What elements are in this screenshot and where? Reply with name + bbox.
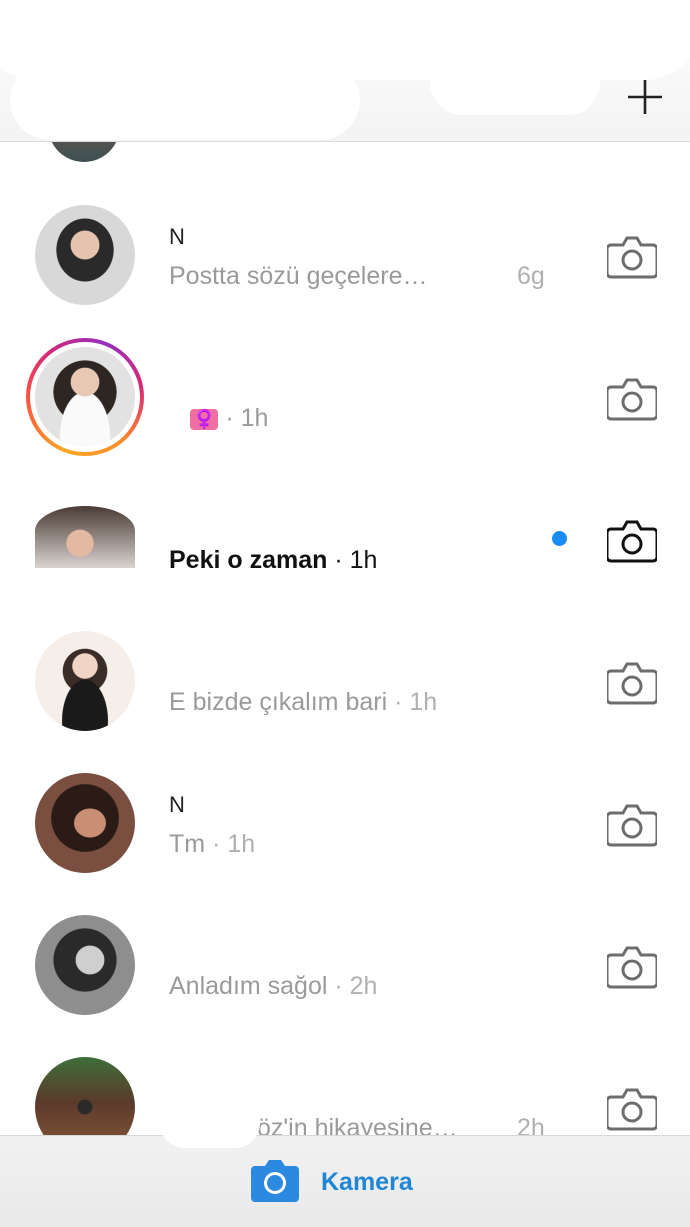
avatar[interactable]: [35, 506, 135, 568]
thread-name: N: [169, 224, 185, 248]
redacted-area: [430, 50, 600, 115]
thread-preview: Postta sözü geçelere…: [169, 262, 428, 290]
camera-icon[interactable]: [607, 801, 657, 847]
avatar[interactable]: [35, 773, 135, 873]
camera-icon[interactable]: [607, 659, 657, 705]
thread-preview: Peki o zaman · 1h: [169, 546, 378, 574]
thread-row[interactable]: Peki o zaman · 1h: [0, 468, 690, 610]
unread-dot: [552, 531, 567, 546]
camera-icon[interactable]: [607, 375, 657, 421]
thread-time: · 1h: [205, 830, 256, 858]
thread-row[interactable]: N Tm · 1h: [0, 752, 690, 894]
thread-time: · 1h: [327, 546, 378, 574]
inbox-header: [0, 0, 690, 142]
avatar[interactable]: [35, 347, 135, 447]
thread-time: · 1h: [387, 688, 438, 716]
camera-icon[interactable]: [607, 517, 657, 563]
camera-icon[interactable]: [607, 1085, 657, 1131]
thread-row[interactable]: E bizde çıkalım bari · 1h: [0, 610, 690, 752]
camera-icon[interactable]: [607, 943, 657, 989]
thread-preview: Anladım sağol · 2h: [169, 972, 378, 1000]
thread-name: N: [169, 792, 185, 816]
avatar[interactable]: [35, 205, 135, 305]
thread-row[interactable]: N Postta sözü geçelere… 6g: [0, 184, 690, 326]
bottom-camera-bar[interactable]: Kamera: [0, 1135, 690, 1227]
avatar[interactable]: [35, 631, 135, 731]
thread-time: · 1h: [225, 404, 269, 432]
thread-preview: E bizde çıkalım bari · 1h: [169, 688, 438, 716]
thread-row[interactable]: ♀️ · 1h: [0, 326, 690, 468]
thread-row[interactable]: Anladım sağol · 2h: [0, 894, 690, 1036]
new-message-button[interactable]: [626, 78, 664, 116]
camera-icon[interactable]: [607, 233, 657, 279]
thread-preview: ♀️ · 1h: [190, 404, 268, 433]
redacted-area: [10, 60, 360, 140]
redacted-area: [160, 1098, 260, 1148]
camera-icon[interactable]: [251, 1158, 299, 1202]
thread-time: 6g: [517, 262, 545, 290]
thread-preview: Tm · 1h: [169, 830, 256, 858]
camera-label[interactable]: Kamera: [321, 1168, 413, 1197]
thread-time: · 2h: [327, 972, 378, 1000]
avatar[interactable]: [35, 915, 135, 1015]
female-sign-icon: ♀️: [190, 408, 219, 430]
